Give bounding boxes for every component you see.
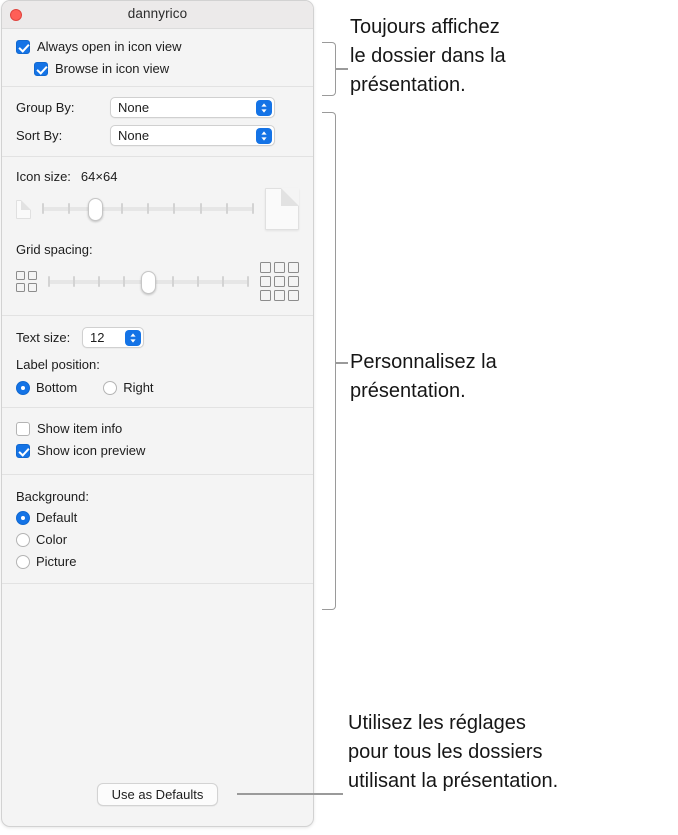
slider-tick xyxy=(252,203,254,214)
label-text-size: Text size: xyxy=(16,330,71,345)
label-background: Background: xyxy=(16,489,89,504)
label-right: Right xyxy=(123,380,154,395)
slider-tick xyxy=(247,275,249,287)
section-background: Background: Default Color Picture xyxy=(2,475,313,584)
label-background-picture: Picture xyxy=(36,554,77,569)
label-background-default: Default xyxy=(36,510,78,525)
slider-tick xyxy=(68,203,71,214)
slider-tick xyxy=(48,275,50,287)
row-background-title: Background: xyxy=(2,489,313,504)
popup-sort-by-value: None xyxy=(118,128,150,143)
label-label-position: Label position: xyxy=(16,357,100,372)
callout-leader-1 xyxy=(336,68,348,70)
grid-icon-3x3 xyxy=(260,262,299,301)
value-icon-size: 64×64 xyxy=(80,169,118,184)
checkbox-show-item-info[interactable] xyxy=(16,421,30,436)
grid-icon-2x2 xyxy=(16,271,37,292)
screenshot-root: dannyrico Always open in icon view Brows… xyxy=(0,0,678,835)
view-options-window: dannyrico Always open in icon view Brows… xyxy=(1,0,314,827)
checkbox-always-open-icon-view[interactable] xyxy=(16,39,30,54)
slider-tick xyxy=(97,275,100,287)
label-bottom: Bottom xyxy=(36,380,78,395)
window-title: dannyrico xyxy=(127,6,188,21)
slider-tick xyxy=(147,203,149,214)
label-grid-spacing: Grid spacing: xyxy=(16,242,93,257)
row-show-icon-preview[interactable]: Show icon preview xyxy=(2,443,313,458)
document-icon-small xyxy=(16,199,31,219)
annotation-always-show-folder: Toujours affichez le dossier dans la pré… xyxy=(350,16,506,96)
annotation-customize-view: Personnalisez la présentation. xyxy=(350,351,497,402)
radio-label-position-right[interactable] xyxy=(103,380,118,395)
label-sort-by: Sort By: xyxy=(16,128,63,143)
slider-tick xyxy=(222,275,225,287)
slider-tick xyxy=(42,203,44,214)
callout-leader-2 xyxy=(336,362,348,364)
slider-tick xyxy=(120,203,123,214)
label-background-color: Color xyxy=(36,532,68,547)
annotation-use-as-defaults: Utilisez les réglages pour tous les doss… xyxy=(348,712,559,792)
checkbox-show-icon-preview[interactable] xyxy=(16,443,30,458)
label-browse-icon-view: Browse in icon view xyxy=(55,61,170,76)
row-label-position-title: Label position: xyxy=(2,357,313,372)
row-always-open-icon-view[interactable]: Always open in icon view xyxy=(2,39,313,54)
slider-thumb[interactable] xyxy=(88,198,103,221)
slider-tick xyxy=(122,275,125,287)
popup-sort-by[interactable]: None xyxy=(110,125,275,146)
use-as-defaults-button[interactable]: Use as Defaults xyxy=(96,783,219,806)
row-label-position-options: Bottom Right xyxy=(2,380,313,395)
stepper-text-size[interactable]: 12 xyxy=(82,327,144,348)
chevron-up-down-icon[interactable] xyxy=(125,330,141,346)
label-always-open-icon-view: Always open in icon view xyxy=(37,39,182,54)
popup-group-by-value: None xyxy=(118,100,150,115)
section-text: Text size: 12 Label position: Bottom Rig… xyxy=(2,316,313,408)
section-arrange: Group By: None Sort By: None xyxy=(2,87,313,157)
row-text-size: Text size: 12 xyxy=(2,327,313,348)
radio-label-position-bottom[interactable] xyxy=(16,380,30,395)
checkbox-browse-icon-view[interactable] xyxy=(34,61,48,76)
row-group-by: Group By: None xyxy=(2,97,313,118)
slider-tick xyxy=(197,275,200,287)
row-browse-icon-view[interactable]: Browse in icon view xyxy=(2,61,313,76)
chevron-up-down-icon xyxy=(256,128,272,144)
row-icon-size-slider xyxy=(2,188,313,230)
row-grid-spacing-slider xyxy=(2,262,313,301)
row-background-picture[interactable]: Picture xyxy=(2,554,313,569)
row-background-default[interactable]: Default xyxy=(2,510,313,525)
row-show-item-info[interactable]: Show item info xyxy=(2,421,313,436)
row-grid-spacing-label: Grid spacing: xyxy=(2,242,313,257)
label-icon-size: Icon size: xyxy=(16,169,71,184)
slider-icon-size[interactable] xyxy=(42,198,254,221)
radio-background-default[interactable] xyxy=(16,510,30,525)
slider-tick xyxy=(225,203,228,214)
callout-bracket-2 xyxy=(322,112,336,610)
radio-background-picture[interactable] xyxy=(16,554,30,569)
section-display: Show item info Show icon preview xyxy=(2,408,313,475)
label-group-by: Group By: xyxy=(16,100,75,115)
footer-bar: Use as Defaults xyxy=(2,783,313,806)
slider-tick xyxy=(72,275,75,287)
radio-background-color[interactable] xyxy=(16,532,30,547)
document-icon-large xyxy=(265,188,299,230)
row-background-color[interactable]: Color xyxy=(2,532,313,547)
callout-leader-3 xyxy=(237,793,343,795)
section-view-mode: Always open in icon view Browse in icon … xyxy=(2,29,313,87)
row-sort-by: Sort By: None xyxy=(2,125,313,146)
slider-thumb[interactable] xyxy=(141,270,156,294)
popup-group-by[interactable]: None xyxy=(110,97,275,118)
row-icon-size-label: Icon size: 64×64 xyxy=(2,169,313,184)
label-show-item-info: Show item info xyxy=(37,421,123,436)
section-size: Icon size: 64×64 Grid spacing: xyxy=(2,157,313,316)
slider-tick xyxy=(199,203,202,214)
label-show-icon-preview: Show icon preview xyxy=(37,443,146,458)
window-titlebar: dannyrico xyxy=(2,1,313,29)
text-size-value: 12 xyxy=(90,330,105,345)
callout-bracket-1 xyxy=(322,42,336,96)
chevron-up-down-icon xyxy=(256,100,272,116)
slider-grid-spacing[interactable] xyxy=(48,270,249,294)
slider-tick xyxy=(173,203,176,214)
